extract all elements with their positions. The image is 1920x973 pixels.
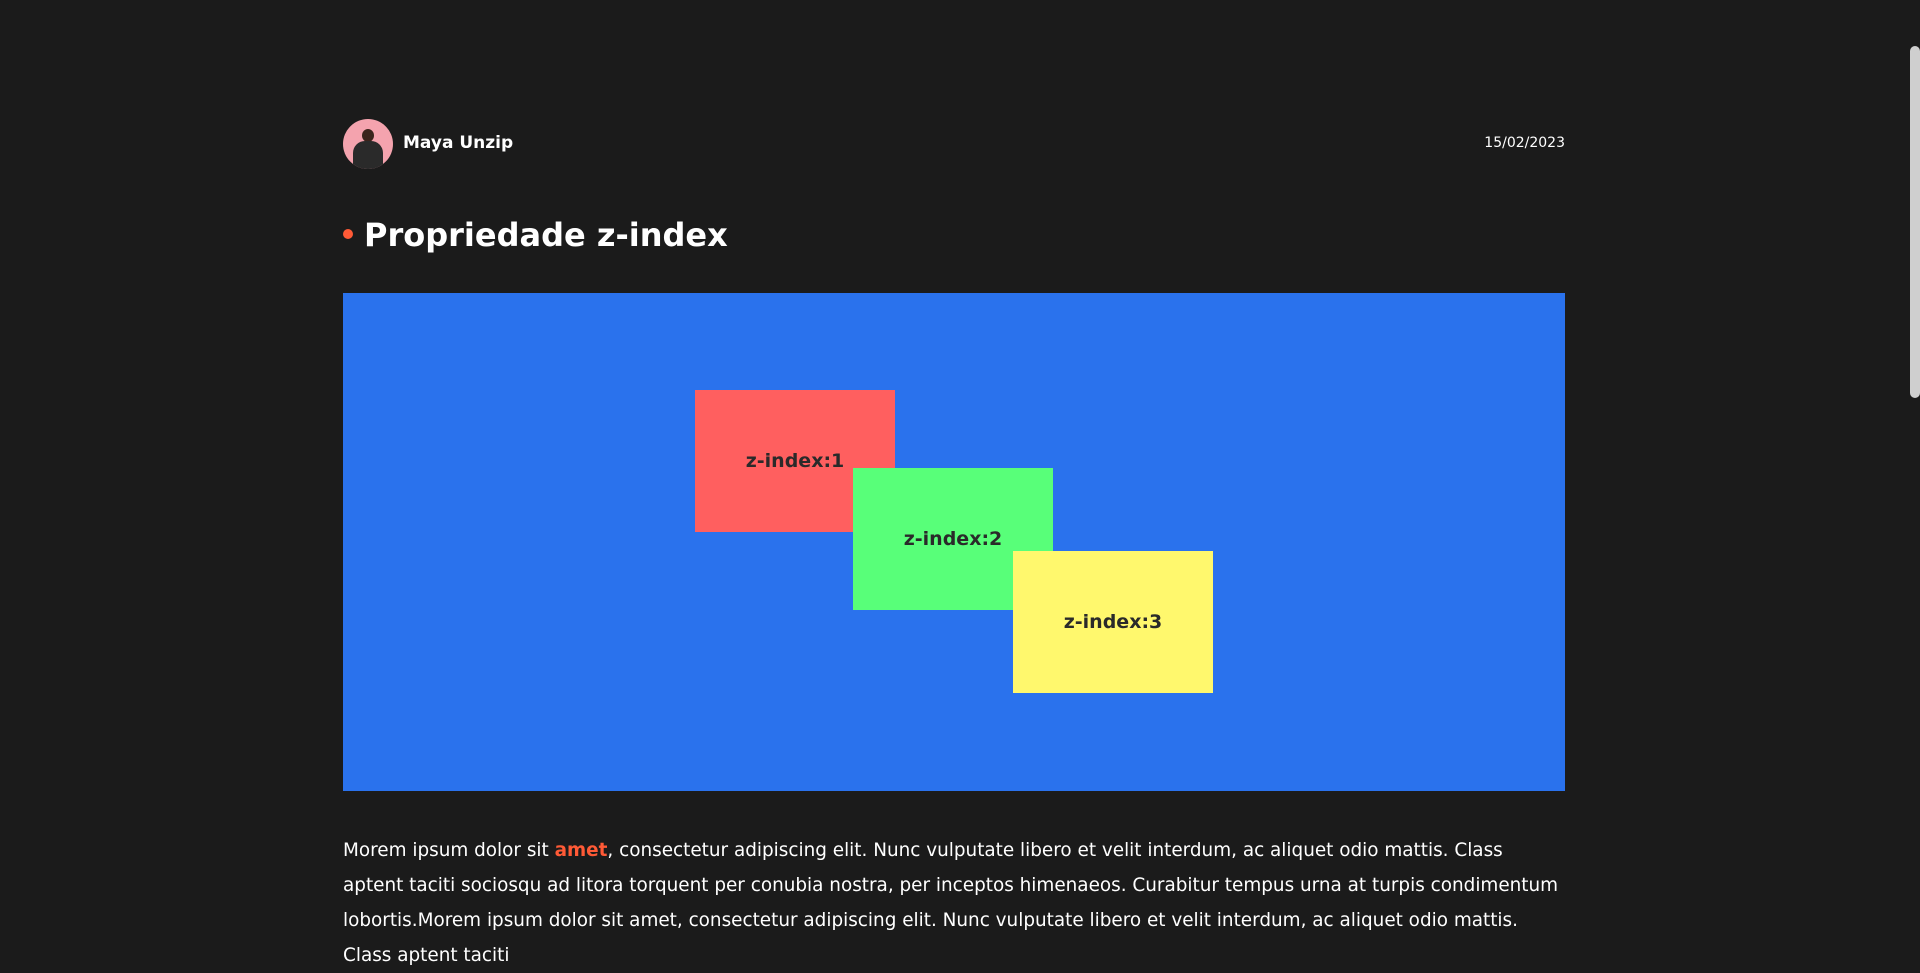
paragraph-text-start: Morem ipsum dolor sit xyxy=(343,840,555,861)
scrollbar-thumb[interactable] xyxy=(1910,46,1920,398)
avatar[interactable] xyxy=(343,119,393,169)
blog-post: Maya Unzip 15/02/2023 Propriedade z-inde… xyxy=(343,0,1565,966)
z-index-box-3: z-index:3 xyxy=(1013,551,1213,693)
dot-icon xyxy=(343,229,353,239)
z-index-demo: z-index:1 z-index:2 z-index:3 xyxy=(343,293,1565,791)
author-name[interactable]: Maya Unzip xyxy=(403,133,513,153)
page-title: Propriedade z-index xyxy=(364,216,728,254)
page-scrollbar[interactable] xyxy=(1908,0,1920,921)
article-paragraph: Morem ipsum dolor sit amet, consectetur … xyxy=(343,833,1565,973)
author-row: Maya Unzip 15/02/2023 xyxy=(343,119,1565,169)
avatar-body xyxy=(353,141,383,169)
post-date: 15/02/2023 xyxy=(1484,135,1565,151)
highlight-word: amet xyxy=(554,840,608,861)
